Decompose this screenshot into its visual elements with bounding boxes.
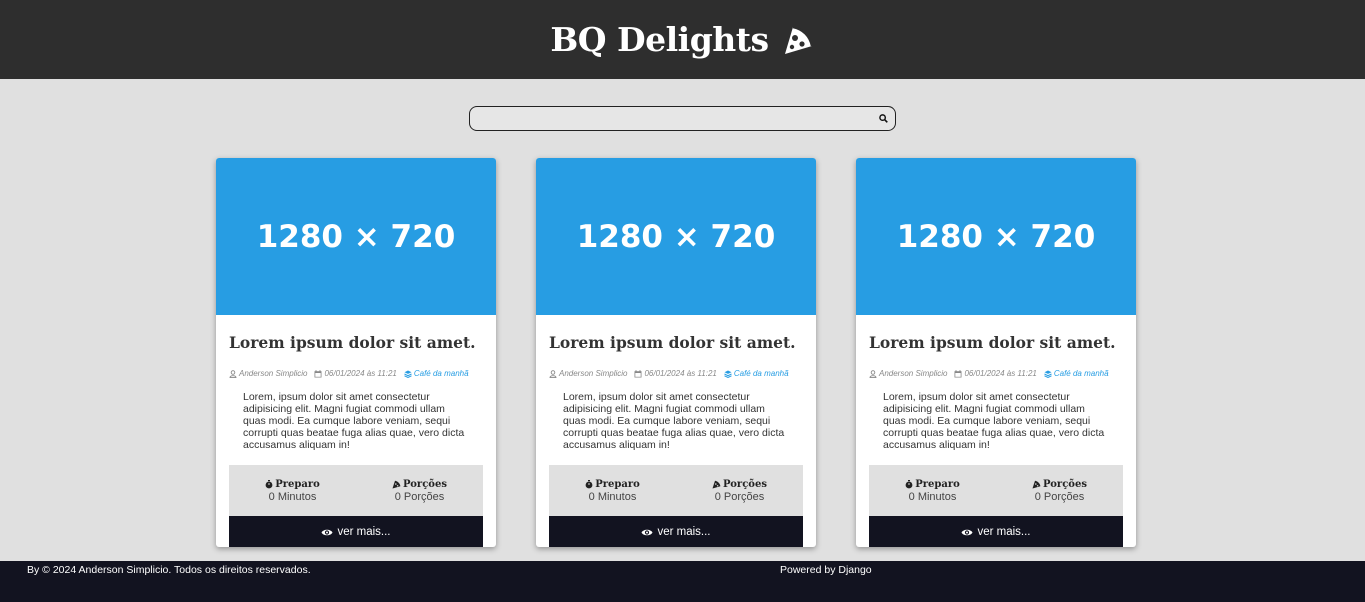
category-label: Café da manhã <box>733 369 789 378</box>
servings-stat: Porções 0 Porções <box>356 465 483 516</box>
prep-label: Preparo <box>275 478 320 490</box>
prep-label: Preparo <box>595 478 640 490</box>
recipe-title[interactable]: Lorem ipsum dolor sit amet. <box>549 333 803 352</box>
servings-stat: Porções 0 Porções <box>996 465 1123 516</box>
user-icon <box>869 369 877 378</box>
prep-value: 0 Minutos <box>908 490 957 503</box>
recipe-stats: Preparo 0 Minutos Porções 0 Porções <box>549 465 803 517</box>
user-icon <box>549 369 557 378</box>
calendar-icon <box>314 369 322 377</box>
pizza-slice-icon <box>712 480 721 489</box>
author-meta: Anderson Simplicio <box>229 369 307 378</box>
servings-value: 0 Porções <box>394 490 445 503</box>
category-label: Café da manhã <box>1053 369 1109 378</box>
recipe-description: Lorem, ipsum dolor sit amet consectetur … <box>563 391 785 452</box>
footer-powered-by: Powered by Django <box>780 564 872 576</box>
date-meta: 06/01/2024 às 11:21 <box>954 369 1037 378</box>
category-label: Café da manhã <box>413 369 469 378</box>
stopwatch-icon <box>905 479 913 489</box>
recipe-title[interactable]: Lorem ipsum dolor sit amet. <box>229 333 483 352</box>
recipe-meta: Anderson Simplicio 06/01/2024 às 11:21 C… <box>549 369 803 378</box>
recipe-description: Lorem, ipsum dolor sit amet consectetur … <box>243 391 465 452</box>
search-input[interactable] <box>470 107 871 130</box>
recipe-image[interactable]: 1280 × 720 <box>536 158 816 315</box>
see-more-label: ver mais... <box>977 526 1031 539</box>
see-more-button[interactable]: ver mais... <box>869 516 1123 547</box>
layers-icon <box>404 370 412 378</box>
see-more-button[interactable]: ver mais... <box>549 516 803 547</box>
recipe-meta: Anderson Simplicio 06/01/2024 às 11:21 C… <box>229 369 483 378</box>
prep-stat: Preparo 0 Minutos <box>229 465 356 516</box>
site-footer: By © 2024 Anderson Simplicio. Todos os d… <box>0 561 1365 602</box>
layers-icon <box>1044 370 1052 378</box>
user-icon <box>229 369 237 378</box>
author-meta: Anderson Simplicio <box>869 369 947 378</box>
search-button[interactable] <box>871 107 895 130</box>
see-more-button[interactable]: ver mais... <box>229 516 483 547</box>
recipe-stats: Preparo 0 Minutos Porções 0 Porções <box>229 465 483 517</box>
layers-icon <box>724 370 732 378</box>
recipe-card: 1280 × 720 Lorem ipsum dolor sit amet. A… <box>216 158 496 547</box>
stopwatch-icon <box>585 479 593 489</box>
eye-icon <box>321 529 333 536</box>
category-link[interactable]: Café da manhã <box>1044 369 1109 378</box>
calendar-icon <box>954 369 962 377</box>
servings-label: Porções <box>403 478 447 490</box>
date-meta: 06/01/2024 às 11:21 <box>634 369 717 378</box>
servings-label: Porções <box>1043 478 1087 490</box>
footer-copyright: By © 2024 Anderson Simplicio. Todos os d… <box>27 564 311 576</box>
category-link[interactable]: Café da manhã <box>724 369 789 378</box>
servings-value: 0 Porções <box>714 490 765 503</box>
site-header: BQ Delights <box>0 0 1365 79</box>
pizza-slice-icon <box>784 25 813 54</box>
author-meta: Anderson Simplicio <box>549 369 627 378</box>
publish-date: 06/01/2024 às 11:21 <box>324 369 397 378</box>
search-icon <box>878 114 888 123</box>
servings-label: Porções <box>723 478 767 490</box>
calendar-icon <box>634 369 642 377</box>
brand-title: BQ Delights <box>550 20 769 59</box>
recipe-image[interactable]: 1280 × 720 <box>216 158 496 315</box>
servings-value: 0 Porções <box>1034 490 1085 503</box>
see-more-label: ver mais... <box>657 526 711 539</box>
category-link[interactable]: Café da manhã <box>404 369 469 378</box>
prep-value: 0 Minutos <box>588 490 637 503</box>
author-name: Anderson Simplicio <box>879 369 948 378</box>
date-meta: 06/01/2024 às 11:21 <box>314 369 397 378</box>
see-more-label: ver mais... <box>337 526 391 539</box>
brand-logo[interactable]: BQ Delights <box>550 20 814 59</box>
recipe-card: 1280 × 720 Lorem ipsum dolor sit amet. A… <box>536 158 816 547</box>
eye-icon <box>641 529 653 536</box>
eye-icon <box>961 529 973 536</box>
servings-stat: Porções 0 Porções <box>676 465 803 516</box>
recipe-stats: Preparo 0 Minutos Porções 0 Porções <box>869 465 1123 517</box>
publish-date: 06/01/2024 às 11:21 <box>644 369 717 378</box>
prep-stat: Preparo 0 Minutos <box>869 465 996 516</box>
search-bar <box>469 106 896 131</box>
recipe-title[interactable]: Lorem ipsum dolor sit amet. <box>869 333 1123 352</box>
stopwatch-icon <box>265 479 273 489</box>
prep-stat: Preparo 0 Minutos <box>549 465 676 516</box>
recipe-card: 1280 × 720 Lorem ipsum dolor sit amet. A… <box>856 158 1136 547</box>
recipe-description: Lorem, ipsum dolor sit amet consectetur … <box>883 391 1105 452</box>
recipe-image[interactable]: 1280 × 720 <box>856 158 1136 315</box>
pizza-slice-icon <box>392 480 401 489</box>
prep-label: Preparo <box>915 478 960 490</box>
author-name: Anderson Simplicio <box>239 369 308 378</box>
recipe-meta: Anderson Simplicio 06/01/2024 às 11:21 C… <box>869 369 1123 378</box>
pizza-slice-icon <box>1032 480 1041 489</box>
prep-value: 0 Minutos <box>268 490 317 503</box>
publish-date: 06/01/2024 às 11:21 <box>964 369 1037 378</box>
author-name: Anderson Simplicio <box>559 369 628 378</box>
